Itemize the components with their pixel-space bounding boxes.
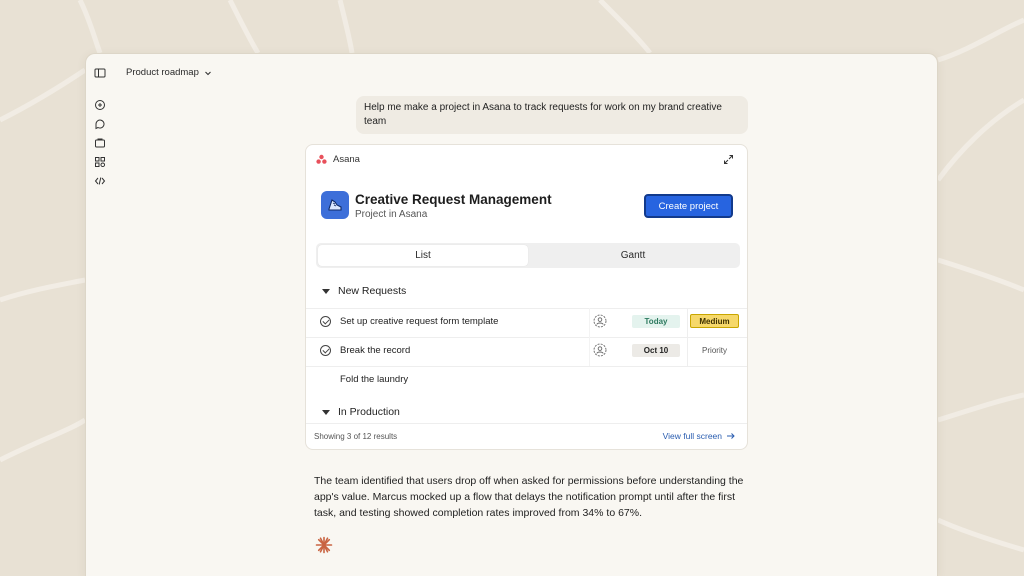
row-divider — [306, 366, 747, 367]
user-message: Help me make a project in Asana to track… — [356, 96, 748, 134]
card-footer: Showing 3 of 12 results View full screen — [306, 423, 747, 449]
column-divider — [687, 337, 688, 366]
tab-list[interactable]: List — [318, 245, 528, 266]
conversation-title-dropdown[interactable]: Product roadmap — [126, 67, 212, 78]
asana-logo-icon — [316, 154, 327, 164]
column-divider — [589, 337, 590, 366]
conversation-title: Product roadmap — [126, 67, 199, 78]
check-circle-icon[interactable] — [320, 316, 331, 327]
section-title: In Production — [338, 406, 400, 418]
card-app-header: Asana — [316, 154, 360, 165]
results-count: Showing 3 of 12 results — [314, 432, 398, 441]
sidebar-toggle-icon[interactable] — [94, 67, 106, 79]
section-title: New Requests — [338, 285, 407, 297]
section-new-requests[interactable]: New Requests — [322, 285, 406, 297]
section-in-production[interactable]: In Production — [322, 406, 400, 418]
artifacts-icon[interactable] — [94, 156, 106, 168]
arrow-right-icon — [727, 433, 735, 439]
project-icon — [321, 191, 349, 219]
priority-badge[interactable]: Medium — [690, 314, 739, 328]
claude-spark-icon — [315, 536, 333, 554]
app-name: Asana — [333, 154, 360, 165]
row-divider — [306, 308, 747, 309]
assignee-icon[interactable] — [593, 343, 607, 357]
triangle-down-icon — [322, 288, 330, 294]
view-full-screen-link[interactable]: View full screen — [663, 431, 735, 441]
left-rail — [86, 54, 114, 576]
task-name: Set up creative request form template — [340, 316, 499, 327]
create-project-button[interactable]: Create project — [644, 194, 733, 218]
project-title: Creative Request Management — [355, 192, 552, 207]
expand-icon[interactable] — [723, 154, 734, 165]
table-row[interactable]: Set up creative request form template To… — [306, 308, 747, 337]
table-row[interactable]: Fold the laundry — [306, 366, 747, 395]
shoe-icon — [328, 199, 342, 211]
due-date-badge[interactable]: Oct 10 — [632, 344, 680, 357]
column-divider — [589, 308, 590, 337]
due-date-badge[interactable]: Today — [632, 315, 680, 328]
projects-icon[interactable] — [94, 137, 106, 149]
task-name: Break the record — [340, 345, 411, 356]
chat-bubble-icon[interactable] — [94, 118, 106, 130]
assignee-icon[interactable] — [593, 314, 607, 328]
tab-gantt[interactable]: Gantt — [528, 245, 738, 266]
code-icon[interactable] — [94, 175, 106, 187]
view-tabs: List Gantt — [316, 243, 740, 268]
project-subtitle: Project in Asana — [355, 209, 428, 220]
assistant-response: The team identified that users drop off … — [314, 475, 744, 519]
task-name: Fold the laundry — [340, 374, 409, 385]
row-divider — [306, 337, 747, 338]
check-circle-icon[interactable] — [320, 345, 331, 356]
chevron-down-icon — [204, 71, 211, 75]
new-chat-icon[interactable] — [94, 99, 106, 111]
app-window: Product roadmap Help me make a project i… — [85, 53, 938, 576]
column-divider — [687, 308, 688, 337]
table-row[interactable]: Break the record Oct 10 Priority — [306, 337, 747, 366]
triangle-down-icon — [322, 409, 330, 415]
priority-placeholder[interactable]: Priority — [690, 343, 739, 357]
asana-card: Asana Creative Request Management Projec… — [305, 144, 748, 450]
view-full-screen-label: View full screen — [662, 431, 722, 441]
